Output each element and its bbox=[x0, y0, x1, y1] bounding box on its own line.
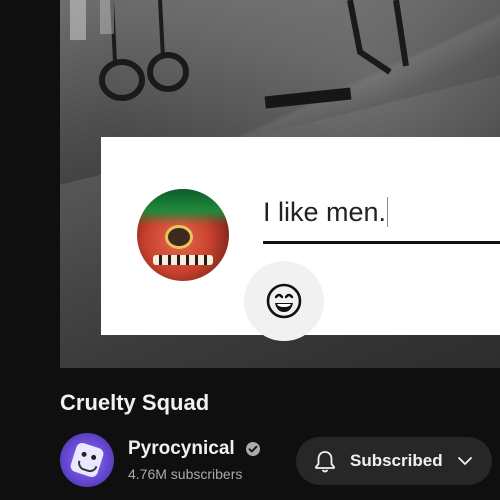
channel-avatar[interactable] bbox=[60, 433, 114, 487]
emoji-button[interactable] bbox=[244, 261, 324, 341]
gym-rings-image bbox=[70, 0, 409, 109]
comment-card: I like men. bbox=[101, 137, 500, 341]
comment-input-underline bbox=[263, 241, 500, 244]
bell-icon bbox=[315, 451, 335, 473]
comment-input-text: I like men. bbox=[263, 197, 387, 227]
subscriber-count: 4.76M subscribers bbox=[128, 466, 243, 482]
comment-input[interactable]: I like men. bbox=[263, 197, 389, 228]
avatar-eye bbox=[165, 225, 193, 249]
subscribed-label: Subscribed bbox=[350, 451, 443, 470]
commenter-avatar bbox=[137, 189, 229, 281]
channel-avatar-face bbox=[69, 441, 105, 479]
subscribed-button[interactable]: Subscribed bbox=[296, 437, 492, 485]
smiley-face-icon bbox=[266, 283, 302, 319]
avatar-leaf bbox=[137, 189, 229, 225]
channel-name[interactable]: Pyrocynical bbox=[128, 438, 235, 460]
video-title: Cruelty Squad bbox=[60, 390, 210, 415]
avatar-teeth bbox=[153, 255, 213, 265]
verified-check-icon bbox=[246, 442, 260, 456]
chevron-down-icon bbox=[458, 457, 472, 465]
text-caret bbox=[387, 197, 389, 227]
